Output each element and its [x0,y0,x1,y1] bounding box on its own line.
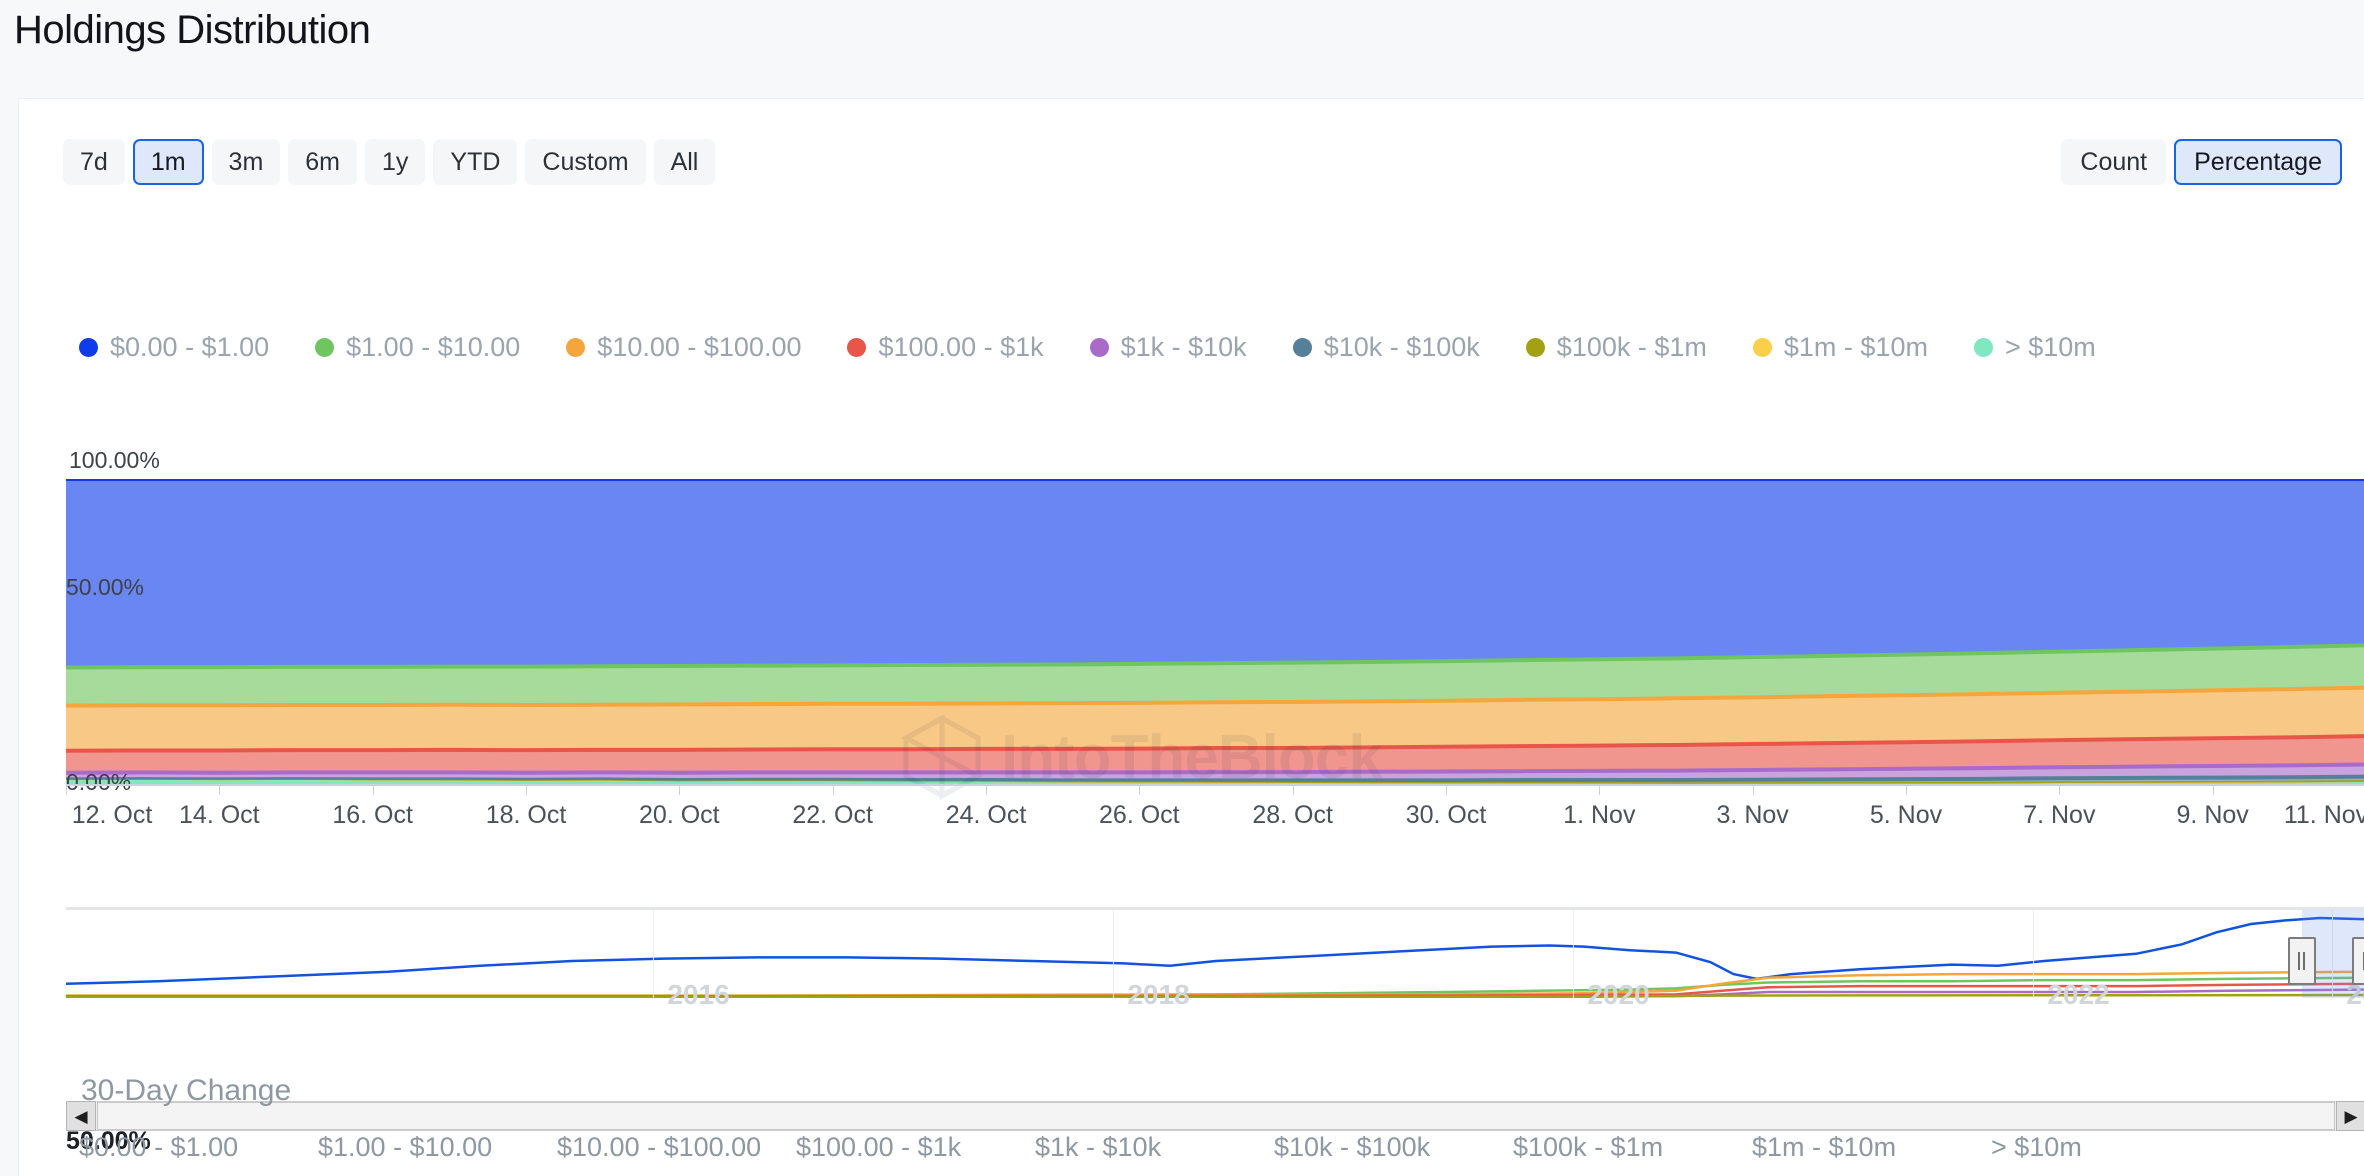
change-column: > $10m+155.23% [1991,1134,2230,1176]
x-axis-label: 3. Nov [1717,801,1789,830]
change-bucket-label: $100k - $1m [1513,1134,1752,1161]
chart-area: 100.00% 50.00% 0.00% IntoTheBlock 12. Oc… [19,239,2364,859]
range-button-6m[interactable]: 6m [288,139,357,185]
navigator-gridline [2033,910,2034,998]
scrollbar-thumb[interactable] [97,1102,2335,1130]
change-column: $100.00 - $1k+38.84% [796,1134,1035,1176]
change-summary-title: 30-Day Change [81,1074,291,1108]
mode-button-percentage[interactable]: Percentage [2174,139,2342,185]
x-axis-tick [1753,784,1754,795]
x-axis-tick [1446,784,1447,795]
navigator-series-preview [66,910,2364,998]
x-axis-label: 24. Oct [946,801,1027,830]
mode-button-count[interactable]: Count [2061,139,2166,185]
change-bucket-label: $1m - $10m [1752,1134,1991,1161]
range-button-1m[interactable]: 1m [133,139,204,185]
change-bucket-label: $1k - $10k [1035,1134,1274,1161]
change-column: $0.00 - $1.00-13.65% [79,1134,318,1176]
change-bucket-label: $10.00 - $100.00 [557,1134,796,1161]
chart-card: 7d1m3m6m1yYTDCustomAll CountPercentage $… [18,98,2364,1176]
change-column: $100k - $1m+199.38% [1513,1134,1752,1176]
scroll-right-button[interactable]: ▶ [2336,1101,2364,1131]
x-axis-label: 11. Nov [2284,801,2364,830]
x-axis-label: 14. Oct [179,801,260,830]
x-axis-tick [2213,784,2214,795]
x-axis-label: 22. Oct [792,801,873,830]
x-axis-label: 30. Oct [1406,801,1487,830]
x-axis-tick [373,784,374,795]
change-column: $1m - $10m+129.95% [1752,1134,1991,1176]
x-axis-label: 20. Oct [639,801,720,830]
x-axis-tick [986,784,987,795]
x-axis-tick [1293,784,1294,795]
x-axis-label: 1. Nov [1563,801,1635,830]
navigator-scrollbar[interactable]: ◀ ▶ [66,1101,2364,1131]
x-axis-tick [526,784,527,795]
chart-toolbar: 7d1m3m6m1yYTDCustomAll CountPercentage [19,99,2364,191]
holdings-distribution-page: Holdings Distribution 7d1m3m6m1yYTDCusto… [0,0,2364,1176]
range-button-7d[interactable]: 7d [63,139,125,185]
x-axis-tick [1139,784,1140,795]
range-navigator[interactable]: 20162018202020222024 [66,907,2364,1017]
x-axis-label: 9. Nov [2177,801,2249,830]
navigator-handle-left[interactable] [2288,937,2316,985]
change-bucket-label: $1.00 - $10.00 [318,1134,557,1161]
change-summary-row: $0.00 - $1.00-13.65%$1.00 - $10.00+6.38%… [79,1134,2230,1176]
page-title: Holdings Distribution [14,8,370,53]
x-axis-label: 28. Oct [1252,801,1333,830]
change-bucket-label: > $10m [1991,1134,2230,1161]
navigator-gridline [653,910,654,998]
x-axis-label: 7. Nov [2023,801,2095,830]
area-band [66,479,2364,667]
range-button-ytd[interactable]: YTD [433,139,517,185]
range-button-custom[interactable]: Custom [525,139,645,185]
x-axis-label: 5. Nov [1870,801,1942,830]
x-axis-tick [2059,784,2060,795]
x-axis: 12. Oct 14. Oct 16. Oct 18. Oct 20. Oct 22. O… [66,784,2364,832]
range-selector-group: 7d1m3m6m1yYTDCustomAll [63,139,715,185]
x-axis-label: 26. Oct [1099,801,1180,830]
x-axis-tick [1599,784,1600,795]
range-button-all[interactable]: All [654,139,716,185]
x-axis-tick [1906,784,1907,795]
x-axis-tick [66,784,67,795]
navigator-gridline [1113,910,1114,998]
navigator-gridline [1573,910,1574,998]
x-axis-tick [219,784,220,795]
change-column: $1k - $10k+83.68% [1035,1134,1274,1176]
change-column: $10.00 - $100.00+0.28% [557,1134,796,1176]
change-column: $1.00 - $10.00+6.38% [318,1134,557,1176]
x-axis-tick [833,784,834,795]
display-mode-group: CountPercentage [2061,139,2342,185]
x-axis-label: 18. Oct [486,801,567,830]
range-button-1y[interactable]: 1y [365,139,425,185]
change-bucket-label: $10k - $100k [1274,1134,1513,1161]
x-axis-label: 12. Oct [72,801,153,830]
change-bucket-label: $100.00 - $1k [796,1134,1035,1161]
navigator-handle-right[interactable] [2352,937,2364,985]
x-axis-line [66,784,2364,786]
change-bucket-label: $0.00 - $1.00 [79,1134,318,1161]
range-button-3m[interactable]: 3m [212,139,281,185]
x-axis-tick [679,784,680,795]
change-column: $10k - $100k+144.79% [1274,1134,1513,1176]
stacked-area-plot[interactable] [66,479,2364,784]
x-axis-label: 16. Oct [332,801,413,830]
y-axis-label-top: 100.00% [69,447,160,474]
